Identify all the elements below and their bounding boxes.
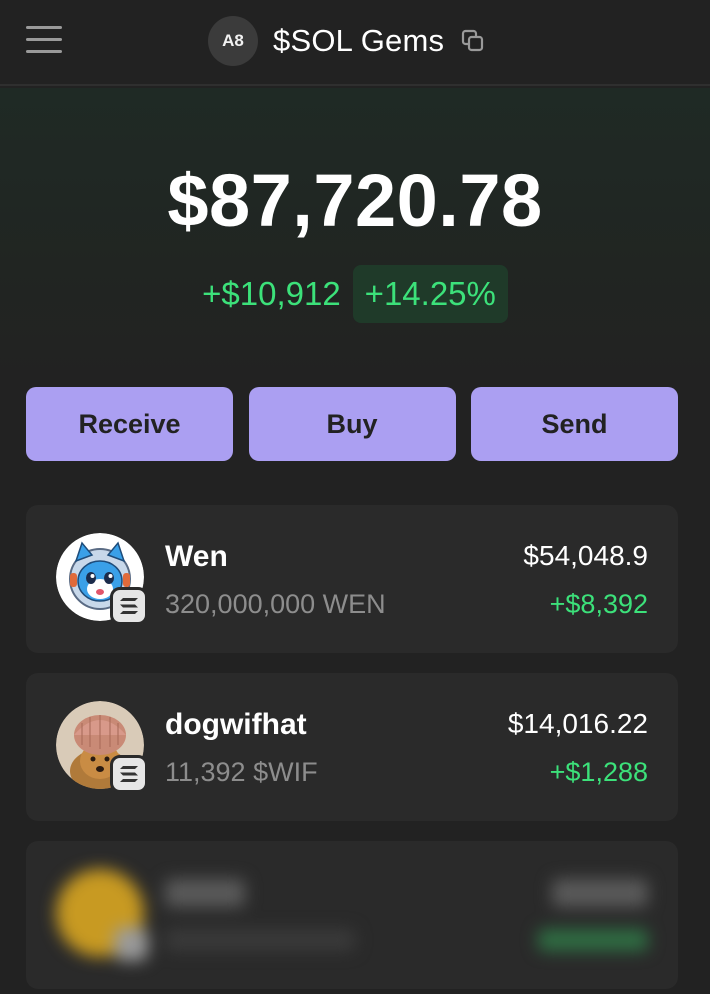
total-balance: $87,720.78 xyxy=(167,159,543,242)
token-name: Wen xyxy=(165,540,228,573)
token-value: $54,048.9 xyxy=(523,540,648,571)
blurred-token-change xyxy=(538,929,648,951)
token-amount: 11,392 $WIF xyxy=(165,757,318,787)
blurred-chain-badge xyxy=(114,927,148,961)
token-change: +$1,288 xyxy=(549,757,648,787)
hamburger-menu-icon[interactable] xyxy=(26,24,62,56)
token-value: $14,016.22 xyxy=(507,708,648,739)
token-name: dogwifhat xyxy=(165,708,307,741)
send-button[interactable]: Send xyxy=(471,387,678,461)
blurred-token-content xyxy=(26,841,678,989)
top-bar: A8 $SOL Gems xyxy=(0,0,710,86)
token-row-dogwifhat[interactable]: dogwifhat 11,392 $WIF $14,016.22 +$1,288 xyxy=(26,673,678,821)
token-row-wen[interactable]: Wen 320,000,000 WEN $54,048.9 +$8,392 xyxy=(26,505,678,653)
blurred-token-name xyxy=(165,879,245,907)
solana-icon xyxy=(110,587,148,625)
copy-icon[interactable] xyxy=(460,28,486,54)
wallet-avatar[interactable]: A8 xyxy=(208,16,258,66)
buy-button[interactable]: Buy xyxy=(248,387,456,461)
token-amount: 320,000,000 WEN xyxy=(165,589,386,619)
blurred-token-amount xyxy=(165,929,355,951)
change-percent-badge: +14.25% xyxy=(352,265,508,323)
action-buttons: Receive Buy Send xyxy=(26,387,678,461)
token-row-blurred[interactable] xyxy=(26,841,678,989)
blurred-token-value xyxy=(552,879,648,907)
receive-button[interactable]: Receive xyxy=(26,387,233,461)
change-amount: +$10,912 xyxy=(202,275,341,312)
wallet-name[interactable]: $SOL Gems xyxy=(273,23,444,59)
token-change: +$8,392 xyxy=(549,589,648,619)
wallet-switcher[interactable]: A8 $SOL Gems xyxy=(208,16,486,66)
solana-icon xyxy=(110,755,148,793)
balance-change: +$10,912 +14.25% xyxy=(0,265,710,323)
